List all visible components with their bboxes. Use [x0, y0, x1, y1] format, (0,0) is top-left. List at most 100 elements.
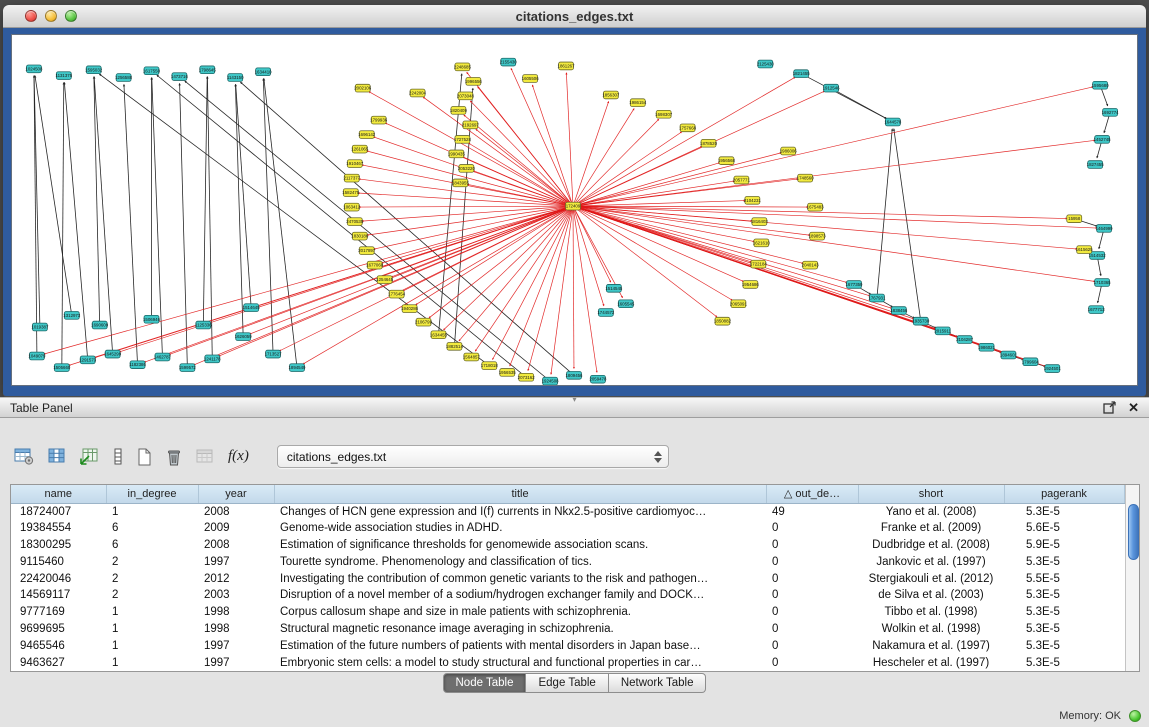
graph-node[interactable]: 1696142 — [358, 131, 376, 139]
graph-node[interactable]: 1821455 — [793, 70, 811, 78]
graph-node[interactable]: 1956568 — [718, 157, 736, 165]
graph-node[interactable]: 1617550 — [143, 67, 161, 75]
graph-edge[interactable] — [459, 206, 573, 341]
graph-edge[interactable] — [573, 206, 803, 263]
graph-node[interactable]: 1924501 — [1044, 365, 1062, 373]
graph-edge[interactable] — [573, 206, 717, 317]
graph-node[interactable]: 1878520 — [700, 139, 718, 147]
graph-edge[interactable] — [511, 68, 573, 206]
column-header-name[interactable]: name — [11, 485, 106, 503]
graph-edge[interactable] — [476, 129, 573, 206]
graph-node[interactable]: 1924508 — [542, 377, 560, 385]
graph-edge[interactable] — [573, 87, 1093, 206]
graph-node[interactable]: 1718018 — [481, 362, 499, 370]
graph-node[interactable]: 1143150 — [227, 74, 244, 82]
graph-node[interactable]: 172409 — [566, 202, 581, 210]
graph-node[interactable]: 1261065 — [351, 145, 369, 153]
graph-node[interactable]: 1690609 — [91, 321, 109, 329]
graph-edge[interactable] — [240, 82, 574, 375]
graph-node[interactable]: 2470535 — [346, 218, 364, 226]
graph-node[interactable]: 1645299 — [104, 350, 122, 358]
table-row[interactable]: 2242004622012Investigating the contribut… — [11, 570, 1124, 587]
graph-node[interactable]: 1452745 — [1094, 136, 1112, 144]
graph-node[interactable]: 1710365 — [1094, 279, 1112, 287]
graph-node[interactable]: 1692774 — [1102, 108, 1120, 116]
graph-node[interactable]: 2017897 — [358, 247, 376, 255]
graph-edge[interactable] — [381, 206, 573, 263]
graph-node[interactable]: 1722184 — [750, 260, 768, 268]
graph-node[interactable]: 1312973 — [63, 312, 81, 320]
graph-node[interactable]: 2065091 — [730, 300, 748, 308]
table-row[interactable]: 1872400712008Changes of HCN gene express… — [11, 503, 1124, 520]
graph-node[interactable]: 1564857 — [463, 353, 481, 361]
vertical-scrollbar[interactable] — [1125, 485, 1140, 671]
graph-node[interactable]: 1675483 — [807, 203, 825, 211]
graph-edge[interactable] — [62, 82, 64, 367]
graph-node[interactable]: 1799936 — [370, 116, 388, 124]
graph-edge[interactable] — [35, 76, 72, 316]
network-selector-dropdown[interactable]: citations_edges.txt — [277, 445, 669, 468]
graph-node[interactable]: 1291573 — [79, 356, 97, 364]
graph-node[interactable]: 2059478 — [589, 375, 607, 383]
graph-node[interactable]: 2053220 — [458, 165, 476, 173]
graph-node[interactable]: 1898573 — [809, 232, 827, 240]
graph-edge[interactable] — [894, 129, 921, 321]
column-header-in_degree[interactable]: in_degree — [106, 485, 198, 503]
table-row[interactable]: 1456911722003Disruption of a novel membe… — [11, 587, 1124, 604]
graph-node[interactable]: 1912546 — [823, 84, 841, 92]
graph-node[interactable]: 2155430 — [500, 58, 518, 66]
graph-edge[interactable] — [573, 206, 1046, 366]
delete-trash-icon[interactable] — [166, 448, 182, 466]
graph-node[interactable]: 1514645 — [243, 304, 261, 312]
close-panel-icon[interactable]: ✕ — [1128, 401, 1139, 414]
graph-node[interactable]: 1827455 — [1087, 161, 1105, 169]
graph-node[interactable]: 1843955 — [452, 179, 470, 187]
graph-edge[interactable] — [573, 206, 732, 300]
graph-edge[interactable] — [478, 87, 573, 206]
graph-node[interactable]: 1820409 — [450, 107, 468, 115]
tab-edge-table[interactable]: Edge Table — [526, 673, 608, 693]
import-table-icon[interactable] — [80, 448, 99, 465]
graph-edge[interactable] — [464, 115, 573, 206]
graph-edge[interactable] — [573, 181, 735, 206]
table-mode-icon[interactable] — [14, 448, 34, 465]
graph-node[interactable]: 1744572 — [597, 309, 615, 317]
graph-node[interactable]: 1727528 — [454, 136, 472, 144]
graph-node[interactable]: 1595680 — [1092, 81, 1110, 89]
graph-node[interactable]: 1838456 — [890, 307, 908, 315]
graph-node[interactable]: 2242004 — [409, 89, 427, 97]
function-builder-icon[interactable]: f(x) — [228, 448, 249, 465]
graph-edge[interactable] — [573, 206, 870, 296]
graph-node[interactable]: 1856307 — [602, 91, 620, 99]
graph-node[interactable]: 1599572 — [179, 364, 197, 372]
graph-edge[interactable] — [877, 129, 892, 298]
show-columns-icon[interactable] — [48, 448, 66, 465]
graph-node[interactable]: 1910467 — [346, 160, 364, 168]
graph-node[interactable]: 2248685 — [454, 63, 472, 71]
graph-node[interactable]: 1024508 — [25, 65, 43, 73]
graph-node[interactable]: 1256588 — [115, 74, 133, 82]
table-row[interactable]: 1938455462009Genome-wide association stu… — [11, 520, 1124, 537]
graph-node[interactable]: 1940286 — [401, 305, 419, 313]
graph-node[interactable]: 1776454 — [388, 290, 406, 298]
graph-node[interactable]: 1677060 — [366, 261, 384, 269]
graph-node[interactable]: 2104287 — [956, 336, 974, 344]
graph-node[interactable]: 1986006 — [780, 147, 798, 155]
graph-node[interactable]: 1799604 — [1022, 358, 1040, 366]
graph-edge[interactable] — [34, 76, 37, 356]
graph-edge[interactable] — [250, 206, 573, 334]
graph-node[interactable]: 1605506 — [522, 75, 540, 83]
graph-edge[interactable] — [369, 92, 573, 207]
column-icon[interactable] — [113, 448, 123, 465]
graph-node[interactable]: 1595032 — [85, 66, 103, 74]
graph-node[interactable]: 1644578 — [884, 118, 902, 126]
graph-edge[interactable] — [528, 206, 573, 371]
graph-edge[interactable] — [573, 163, 720, 206]
graph-node[interactable]: 1986021 — [978, 343, 996, 351]
graph-node[interactable]: 2125430 — [757, 60, 775, 68]
graph-node[interactable]: 1473716 — [171, 73, 189, 81]
graph-node[interactable]: 1254645 — [376, 276, 394, 284]
splitter-handle[interactable]: ▾ — [572, 396, 576, 404]
graph-node[interactable]: 1861267 — [558, 62, 576, 70]
graph-node[interactable]: 1634410 — [255, 68, 273, 76]
